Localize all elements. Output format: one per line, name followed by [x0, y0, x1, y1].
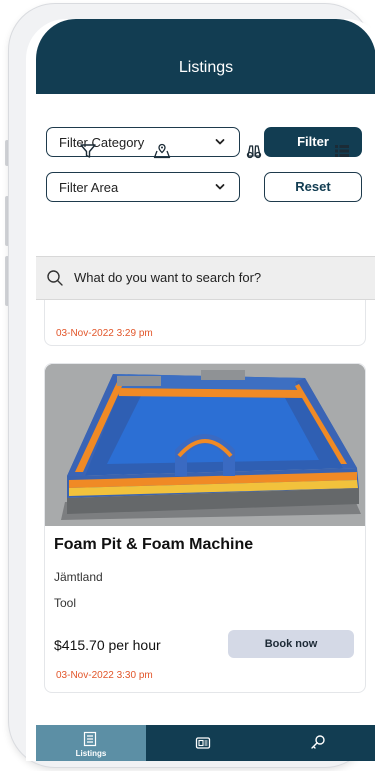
- book-now-button[interactable]: Book now: [228, 630, 354, 658]
- listing-image: [45, 364, 365, 526]
- filter-category-label: Filter Category: [59, 135, 145, 150]
- chevron-down-icon: [215, 139, 225, 145]
- binoculars-icon[interactable]: [245, 142, 263, 160]
- filter-panel: Filter Category Filter Filter Area Reset: [36, 94, 375, 236]
- foam-pit-image: [45, 364, 365, 526]
- tab-key[interactable]: [261, 725, 375, 761]
- map-icon[interactable]: [153, 142, 171, 160]
- listing-area: Jämtland: [54, 570, 103, 584]
- listing-card[interactable]: Foam Pit & Foam Machine Jämtland Tool $4…: [44, 363, 366, 693]
- tab-listings-label: Listings: [75, 749, 107, 758]
- reset-button[interactable]: Reset: [264, 172, 362, 202]
- filter-category-select[interactable]: Filter Category: [46, 127, 240, 157]
- listings-list[interactable]: 03-Nov-2022 3:29 pm Foam Pit & Foam Mach…: [36, 300, 375, 725]
- listing-date: 03-Nov-2022 3:30 pm: [56, 670, 153, 681]
- search-input[interactable]: What do you want to search for?: [74, 270, 261, 285]
- tab-listings[interactable]: Listings: [36, 725, 146, 761]
- key-icon: [311, 735, 325, 749]
- search-icon: [47, 270, 63, 286]
- bookings-icon: [195, 737, 211, 749]
- filter-area-label: Filter Area: [59, 180, 119, 195]
- list-view-icon[interactable]: [333, 142, 351, 160]
- listings-icon: [83, 731, 97, 747]
- listing-card[interactable]: 03-Nov-2022 3:29 pm: [44, 300, 366, 346]
- chevron-down-icon: [215, 184, 225, 190]
- search-bar[interactable]: What do you want to search for?: [36, 256, 375, 300]
- tab-bookings[interactable]: [146, 725, 261, 761]
- filter-area-select[interactable]: Filter Area: [46, 172, 240, 202]
- listing-title: Foam Pit & Foam Machine: [54, 536, 254, 553]
- filter-icon[interactable]: [79, 142, 97, 160]
- listing-category: Tool: [54, 596, 77, 610]
- app-screen: Listings Filter Category Filter Filter A…: [26, 19, 375, 761]
- bottom-tab-bar: Listings: [36, 725, 375, 761]
- app-header: Listings: [36, 19, 375, 94]
- page-title: Listings: [178, 59, 234, 76]
- listing-price: $415.70 per hour: [54, 637, 161, 653]
- listing-date: 03-Nov-2022 3:29 pm: [56, 328, 153, 339]
